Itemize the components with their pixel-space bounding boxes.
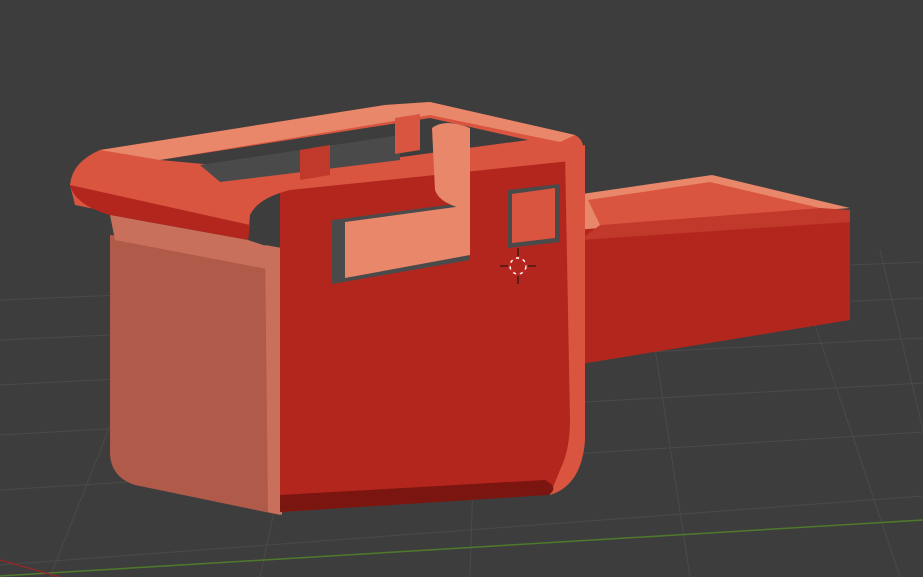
front-window-right-inner [512,188,555,243]
case-left-face [110,235,280,515]
inner-pillar-left [300,145,330,180]
inner-pillar-right [395,114,420,154]
3d-viewport[interactable] [0,0,923,577]
